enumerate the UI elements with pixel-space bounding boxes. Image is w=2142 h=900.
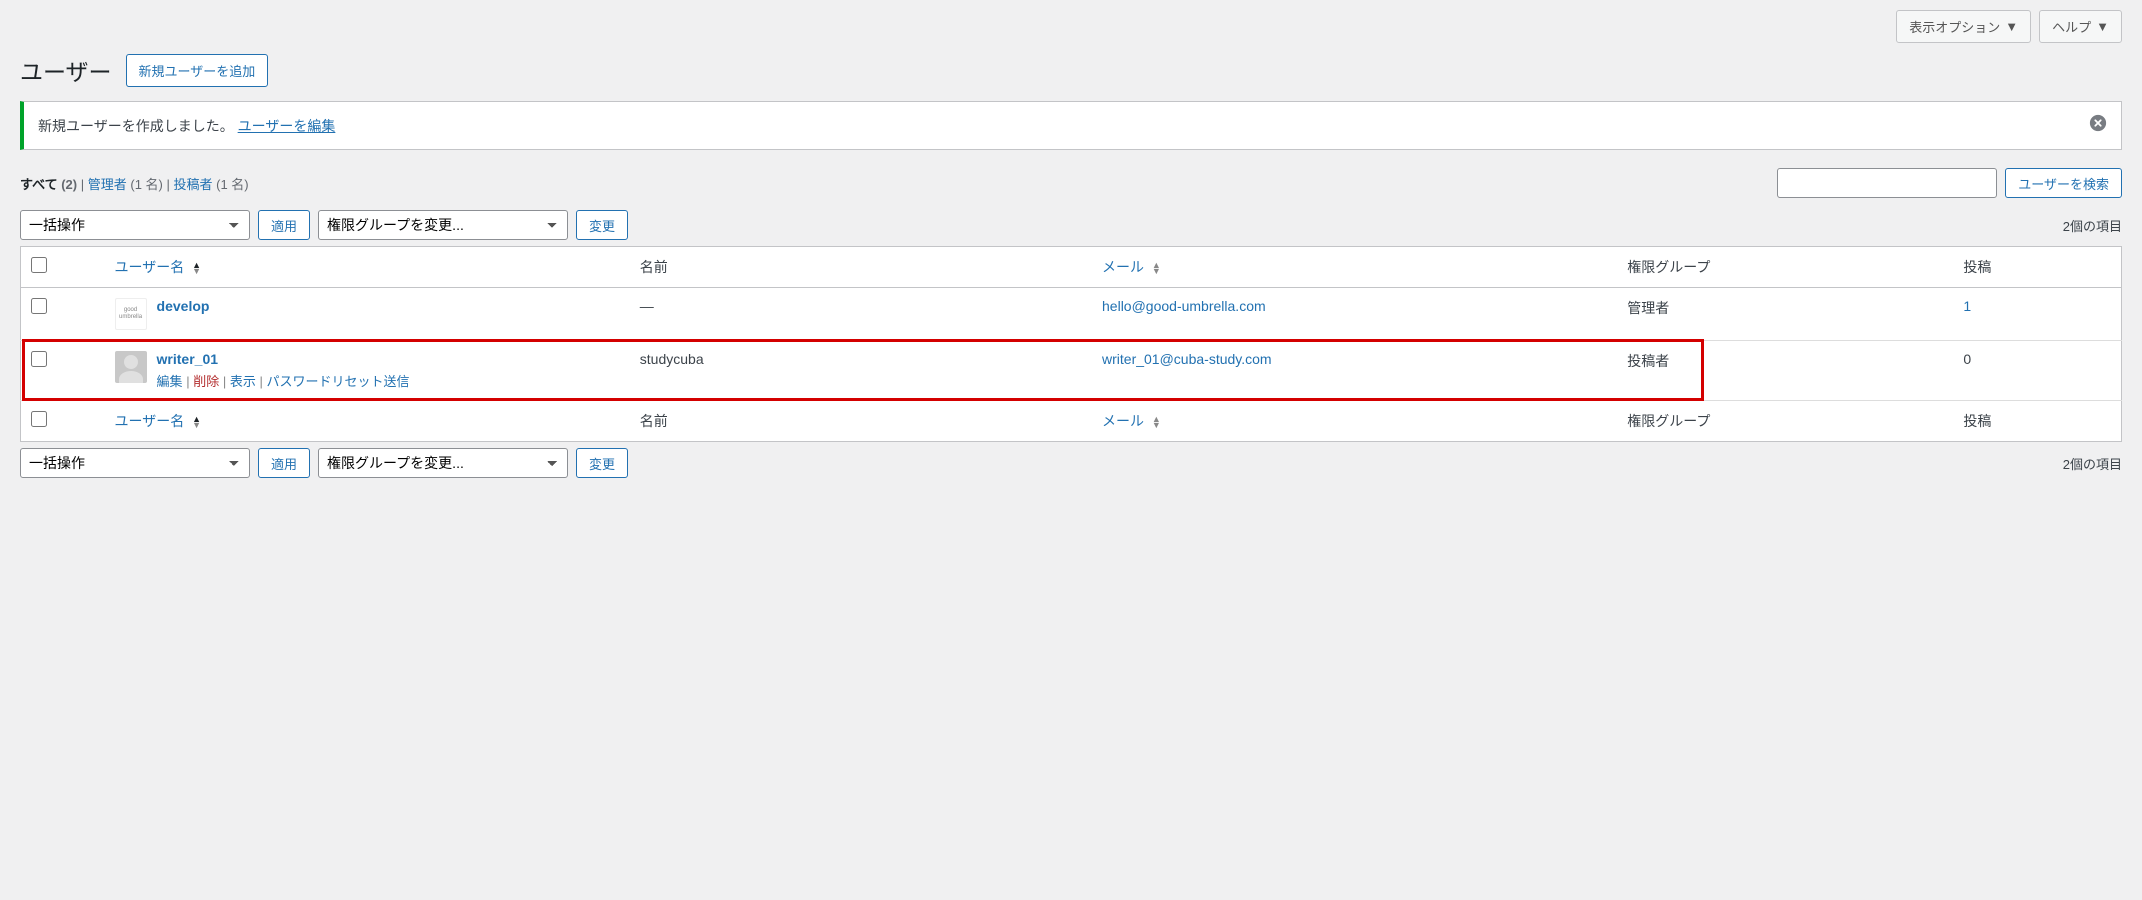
- role-change-select-bottom[interactable]: 権限グループを変更...: [318, 448, 568, 478]
- name-cell: studycuba: [630, 341, 1092, 401]
- posts-count-link[interactable]: 1: [1963, 298, 1971, 314]
- email-link[interactable]: hello@good-umbrella.com: [1102, 298, 1266, 314]
- sort-icon: ▲▼: [1152, 262, 1161, 274]
- sort-icon: ▲▼: [192, 416, 201, 428]
- posts-count: 0: [1963, 351, 1971, 367]
- chevron-down-icon: ▼: [2005, 19, 2018, 34]
- view-link[interactable]: 表示: [230, 374, 256, 389]
- password-reset-link[interactable]: パスワードリセット送信: [266, 374, 409, 389]
- delete-link[interactable]: 削除: [193, 374, 219, 389]
- email-link[interactable]: writer_01@cuba-study.com: [1102, 351, 1272, 367]
- column-username-footer[interactable]: ユーザー名 ▲▼: [105, 401, 630, 442]
- column-role-header: 権限グループ: [1617, 247, 1953, 288]
- help-button[interactable]: ヘルプ ▼: [2039, 10, 2122, 43]
- name-cell: —: [630, 288, 1092, 341]
- notice-text: 新規ユーザーを作成しました。: [38, 118, 234, 134]
- screen-options-button[interactable]: 表示オプション ▼: [1896, 10, 2031, 43]
- help-label: ヘルプ: [2052, 17, 2091, 36]
- row-checkbox[interactable]: [31, 298, 47, 314]
- filter-author[interactable]: 投稿者: [174, 177, 217, 192]
- username-link[interactable]: writer_01: [157, 351, 218, 367]
- role-change-select[interactable]: 権限グループを変更...: [318, 210, 568, 240]
- success-notice: 新規ユーザーを作成しました。 ユーザーを編集: [20, 101, 2122, 150]
- column-name-footer: 名前: [630, 401, 1092, 442]
- column-email-footer[interactable]: メール ▲▼: [1092, 401, 1617, 442]
- avatar: good umbrella: [115, 298, 147, 330]
- filter-admin[interactable]: 管理者: [88, 177, 131, 192]
- users-table: ユーザー名 ▲▼ 名前 メール ▲▼ 権限グループ 投稿 good umbrel…: [20, 246, 2122, 442]
- items-count-bottom: 2個の項目: [2063, 454, 2122, 473]
- select-all-top[interactable]: [31, 257, 47, 273]
- column-posts-header: 投稿: [1953, 247, 2121, 288]
- page-title: ユーザー: [20, 53, 112, 87]
- username-link[interactable]: develop: [157, 298, 210, 314]
- bulk-apply-button[interactable]: 適用: [258, 210, 310, 240]
- filter-links: すべて (2) | 管理者 (1 名) | 投稿者 (1 名): [20, 174, 249, 193]
- screen-options-label: 表示オプション: [1909, 17, 2000, 36]
- chevron-down-icon: ▼: [2096, 19, 2109, 34]
- sort-icon: ▲▼: [1152, 416, 1161, 428]
- items-count-top: 2個の項目: [2063, 216, 2122, 235]
- bulk-action-select-bottom[interactable]: 一括操作: [20, 448, 250, 478]
- table-row: good umbrella develop — hello@good-umbre…: [21, 288, 2122, 341]
- column-username-header[interactable]: ユーザー名 ▲▼: [105, 247, 630, 288]
- dismiss-notice-icon[interactable]: [2089, 114, 2107, 137]
- filter-all[interactable]: すべて (2): [20, 177, 81, 192]
- bulk-action-select[interactable]: 一括操作: [20, 210, 250, 240]
- column-posts-footer: 投稿: [1953, 401, 2121, 442]
- add-new-user-button[interactable]: 新規ユーザーを追加: [126, 54, 269, 87]
- edit-link[interactable]: 編集: [157, 374, 183, 389]
- column-name-header: 名前: [630, 247, 1092, 288]
- row-actions: 編集 | 削除 | 表示 | パスワードリセット送信: [157, 371, 410, 390]
- bulk-apply-button-bottom[interactable]: 適用: [258, 448, 310, 478]
- role-cell: 投稿者: [1617, 341, 1953, 401]
- search-button[interactable]: ユーザーを検索: [2005, 168, 2122, 198]
- avatar: [115, 351, 147, 383]
- role-change-button-bottom[interactable]: 変更: [576, 448, 628, 478]
- column-email-header[interactable]: メール ▲▼: [1092, 247, 1617, 288]
- row-checkbox[interactable]: [31, 351, 47, 367]
- table-row: writer_01 編集 | 削除 | 表示 | パスワードリセット送信 stu…: [21, 341, 2122, 401]
- select-all-bottom[interactable]: [31, 411, 47, 427]
- column-role-footer: 権限グループ: [1617, 401, 1953, 442]
- role-cell: 管理者: [1617, 288, 1953, 341]
- edit-user-link[interactable]: ユーザーを編集: [238, 118, 336, 134]
- sort-icon: ▲▼: [192, 262, 201, 274]
- search-input[interactable]: [1777, 168, 1997, 198]
- role-change-button[interactable]: 変更: [576, 210, 628, 240]
